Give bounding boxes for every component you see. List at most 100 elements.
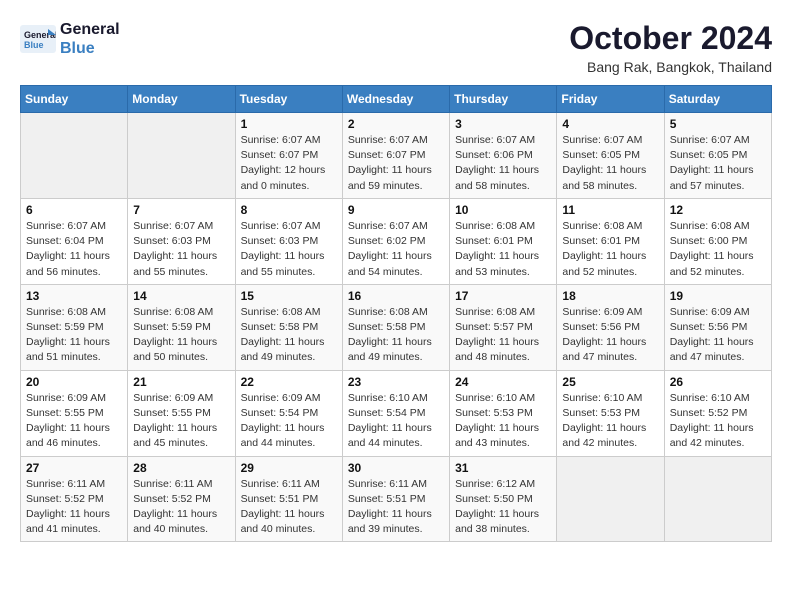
logo-text-general: General [60,20,120,39]
day-info: Sunrise: 6:10 AM Sunset: 5:54 PM Dayligh… [348,391,444,452]
calendar-cell: 14Sunrise: 6:08 AM Sunset: 5:59 PM Dayli… [128,284,235,370]
calendar-title: October 2024 [569,20,772,57]
weekday-header-friday: Friday [557,86,664,113]
calendar-cell: 25Sunrise: 6:10 AM Sunset: 5:53 PM Dayli… [557,370,664,456]
calendar-cell: 2 Sunrise: 6:07 AM Sunset: 6:07 PM Daylig… [342,113,449,199]
day-number: 6 [26,203,122,217]
weekday-header-thursday: Thursday [450,86,557,113]
day-number: 5 [670,117,766,131]
calendar-cell: 21 Sunrise: 6:09 AM Sunset: 5:55 PM Dayli… [128,370,235,456]
day-info: Sunrise: 6:09 AM Sunset: 5:55 PM Dayligh… [133,391,229,452]
day-info: Sunrise: 6:07 AM Sunset: 6:05 PM Dayligh… [670,133,766,194]
calendar-week-row: 13Sunrise: 6:08 AM Sunset: 5:59 PM Dayli… [21,284,772,370]
day-number: 9 [348,203,444,217]
calendar-cell [21,113,128,199]
day-info: Sunrise: 6:11 AM Sunset: 5:51 PM Dayligh… [241,477,337,538]
day-number: 12 [670,203,766,217]
day-number: 29 [241,461,337,475]
day-info: Sunrise: 6:08 AM Sunset: 5:58 PM Dayligh… [241,305,337,366]
calendar-cell: 27 Sunrise: 6:11 AM Sunset: 5:52 PM Dayli… [21,456,128,542]
calendar-cell: 22Sunrise: 6:09 AM Sunset: 5:54 PM Dayli… [235,370,342,456]
calendar-week-row: 27 Sunrise: 6:11 AM Sunset: 5:52 PM Dayli… [21,456,772,542]
calendar-cell: 6 Sunrise: 6:07 AM Sunset: 6:04 PM Daylig… [21,198,128,284]
weekday-header-sunday: Sunday [21,86,128,113]
day-info: Sunrise: 6:09 AM Sunset: 5:56 PM Dayligh… [562,305,658,366]
day-info: Sunrise: 6:11 AM Sunset: 5:52 PM Dayligh… [133,477,229,538]
calendar-cell: 11 Sunrise: 6:08 AM Sunset: 6:01 PM Dayli… [557,198,664,284]
calendar-cell: 28Sunrise: 6:11 AM Sunset: 5:52 PM Dayli… [128,456,235,542]
calendar-cell: 10Sunrise: 6:08 AM Sunset: 6:01 PM Dayli… [450,198,557,284]
calendar-cell: 1 Sunrise: 6:07 AM Sunset: 6:07 PM Daylig… [235,113,342,199]
calendar-week-row: 6 Sunrise: 6:07 AM Sunset: 6:04 PM Daylig… [21,198,772,284]
day-number: 23 [348,375,444,389]
calendar-week-row: 20Sunrise: 6:09 AM Sunset: 5:55 PM Dayli… [21,370,772,456]
day-number: 16 [348,289,444,303]
weekday-header-monday: Monday [128,86,235,113]
day-number: 11 [562,203,658,217]
day-number: 2 [348,117,444,131]
day-info: Sunrise: 6:08 AM Sunset: 5:58 PM Dayligh… [348,305,444,366]
calendar-cell: 7Sunrise: 6:07 AM Sunset: 6:03 PM Daylig… [128,198,235,284]
day-number: 19 [670,289,766,303]
day-info: Sunrise: 6:07 AM Sunset: 6:03 PM Dayligh… [241,219,337,280]
day-number: 4 [562,117,658,131]
day-info: Sunrise: 6:10 AM Sunset: 5:52 PM Dayligh… [670,391,766,452]
day-number: 3 [455,117,551,131]
day-number: 27 [26,461,122,475]
day-number: 24 [455,375,551,389]
calendar-cell: 29 Sunrise: 6:11 AM Sunset: 5:51 PM Dayli… [235,456,342,542]
day-info: Sunrise: 6:07 AM Sunset: 6:04 PM Dayligh… [26,219,122,280]
weekday-header-wednesday: Wednesday [342,86,449,113]
calendar-cell: 20Sunrise: 6:09 AM Sunset: 5:55 PM Dayli… [21,370,128,456]
svg-text:Blue: Blue [24,40,44,50]
logo: General Blue General Blue [20,20,120,58]
calendar-cell: 3 Sunrise: 6:07 AM Sunset: 6:06 PM Daylig… [450,113,557,199]
day-info: Sunrise: 6:11 AM Sunset: 5:51 PM Dayligh… [348,477,444,538]
calendar-cell [664,456,771,542]
title-block: October 2024 Bang Rak, Bangkok, Thailand [569,20,772,75]
day-info: Sunrise: 6:08 AM Sunset: 5:57 PM Dayligh… [455,305,551,366]
day-info: Sunrise: 6:07 AM Sunset: 6:02 PM Dayligh… [348,219,444,280]
calendar-cell: 18 Sunrise: 6:09 AM Sunset: 5:56 PM Dayli… [557,284,664,370]
calendar-cell: 12 Sunrise: 6:08 AM Sunset: 6:00 PM Dayli… [664,198,771,284]
weekday-header-tuesday: Tuesday [235,86,342,113]
day-number: 26 [670,375,766,389]
page-header: General Blue General Blue October 2024 B… [20,20,772,75]
day-info: Sunrise: 6:07 AM Sunset: 6:07 PM Dayligh… [241,133,337,194]
calendar-cell: 30Sunrise: 6:11 AM Sunset: 5:51 PM Dayli… [342,456,449,542]
weekday-header-saturday: Saturday [664,86,771,113]
calendar-cell: 15 Sunrise: 6:08 AM Sunset: 5:58 PM Dayli… [235,284,342,370]
calendar-cell: 26 Sunrise: 6:10 AM Sunset: 5:52 PM Dayli… [664,370,771,456]
day-info: Sunrise: 6:07 AM Sunset: 6:05 PM Dayligh… [562,133,658,194]
day-number: 13 [26,289,122,303]
calendar-week-row: 1 Sunrise: 6:07 AM Sunset: 6:07 PM Daylig… [21,113,772,199]
day-info: Sunrise: 6:07 AM Sunset: 6:06 PM Dayligh… [455,133,551,194]
calendar-cell: 23 Sunrise: 6:10 AM Sunset: 5:54 PM Dayli… [342,370,449,456]
day-info: Sunrise: 6:11 AM Sunset: 5:52 PM Dayligh… [26,477,122,538]
day-number: 31 [455,461,551,475]
day-info: Sunrise: 6:08 AM Sunset: 6:01 PM Dayligh… [562,219,658,280]
day-number: 18 [562,289,658,303]
calendar-cell: 4 Sunrise: 6:07 AM Sunset: 6:05 PM Daylig… [557,113,664,199]
day-number: 7 [133,203,229,217]
day-number: 1 [241,117,337,131]
calendar-header: SundayMondayTuesdayWednesdayThursdayFrid… [21,86,772,113]
logo-icon: General Blue [20,25,56,53]
day-number: 17 [455,289,551,303]
calendar-cell: 8Sunrise: 6:07 AM Sunset: 6:03 PM Daylig… [235,198,342,284]
day-info: Sunrise: 6:08 AM Sunset: 6:00 PM Dayligh… [670,219,766,280]
calendar-cell: 9 Sunrise: 6:07 AM Sunset: 6:02 PM Daylig… [342,198,449,284]
calendar-cell [128,113,235,199]
day-info: Sunrise: 6:09 AM Sunset: 5:56 PM Dayligh… [670,305,766,366]
logo-text-blue: Blue [60,39,120,58]
day-number: 10 [455,203,551,217]
calendar-subtitle: Bang Rak, Bangkok, Thailand [569,59,772,75]
day-number: 21 [133,375,229,389]
day-info: Sunrise: 6:07 AM Sunset: 6:07 PM Dayligh… [348,133,444,194]
calendar-cell: 5 Sunrise: 6:07 AM Sunset: 6:05 PM Daylig… [664,113,771,199]
day-number: 15 [241,289,337,303]
day-info: Sunrise: 6:09 AM Sunset: 5:55 PM Dayligh… [26,391,122,452]
day-info: Sunrise: 6:12 AM Sunset: 5:50 PM Dayligh… [455,477,551,538]
calendar-cell: 19 Sunrise: 6:09 AM Sunset: 5:56 PM Dayli… [664,284,771,370]
calendar-cell: 24Sunrise: 6:10 AM Sunset: 5:53 PM Dayli… [450,370,557,456]
